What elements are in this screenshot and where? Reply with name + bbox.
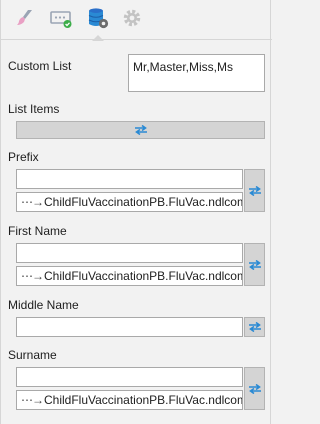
prefix-mapping-text: ChildFluVaccinationPB.FluVac.ndlcomp <box>44 195 243 209</box>
first-name-label: First Name <box>8 224 67 238</box>
mapping-arrow-icon: ⋯→ <box>21 195 44 209</box>
surname-mapping[interactable]: ⋯→ChildFluVaccinationPB.FluVac.ndlcomp <box>16 390 243 410</box>
properties-panel: Custom List Mr,Master,Miss,Ms List Items… <box>0 0 272 424</box>
custom-list-input[interactable]: Mr,Master,Miss,Ms <box>128 54 265 92</box>
mapping-arrow-icon: ⋯→ <box>21 393 44 407</box>
prefix-bind-button[interactable] <box>244 169 265 212</box>
paintbrush-icon <box>17 10 32 25</box>
tab-data[interactable] <box>85 5 111 41</box>
mapping-arrow-icon: ⋯→ <box>21 269 44 283</box>
custom-list-label: Custom List <box>8 59 72 73</box>
custom-list-value: Mr,Master,Miss,Ms <box>133 60 234 74</box>
middle-name-input[interactable] <box>16 317 243 337</box>
swap-arrows-icon <box>134 125 147 135</box>
surname-label: Surname <box>8 348 57 362</box>
middle-name-bind-button[interactable] <box>244 317 265 337</box>
swap-arrows-icon <box>248 383 261 394</box>
list-items-label: List Items <box>8 102 60 116</box>
database-settings-icon <box>88 8 109 29</box>
swap-arrows-icon <box>248 259 261 270</box>
first-name-mapping[interactable]: ⋯→ChildFluVaccinationPB.FluVac.ndlcomp <box>16 266 243 286</box>
surname-bind-button[interactable] <box>244 367 265 410</box>
first-name-bind-button[interactable] <box>244 243 265 286</box>
prefix-label: Prefix <box>8 150 39 164</box>
surname-input[interactable] <box>16 367 243 387</box>
middle-name-label: Middle Name <box>8 298 79 312</box>
tab-bar <box>1 0 272 41</box>
tab-appearance[interactable] <box>11 5 37 31</box>
tab-settings[interactable] <box>119 5 145 31</box>
swap-arrows-icon <box>248 322 261 332</box>
input-field-icon <box>50 11 72 28</box>
tab-input[interactable] <box>48 5 74 31</box>
prefix-mapping[interactable]: ⋯→ChildFluVaccinationPB.FluVac.ndlcomp <box>16 192 243 212</box>
list-items-bind-button[interactable] <box>16 121 265 139</box>
surname-mapping-text: ChildFluVaccinationPB.FluVac.ndlcomp <box>44 393 243 407</box>
prefix-input[interactable] <box>16 169 243 189</box>
first-name-input[interactable] <box>16 243 243 263</box>
gear-icon <box>123 9 141 27</box>
swap-arrows-icon <box>248 185 261 196</box>
first-name-mapping-text: ChildFluVaccinationPB.FluVac.ndlcomp <box>44 269 243 283</box>
